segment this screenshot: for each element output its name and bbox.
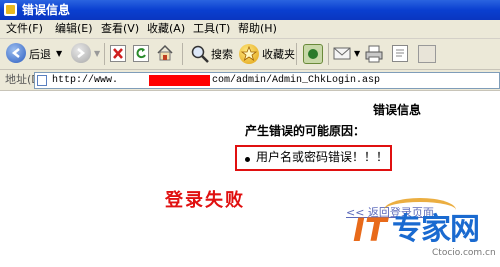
- forward-dropdown-icon[interactable]: ▼: [94, 47, 100, 60]
- watermark-brand-cn: 专家网: [392, 212, 480, 247]
- toolbar-separator: [296, 43, 297, 65]
- search-button-label[interactable]: 搜索: [211, 48, 233, 61]
- stop-icon[interactable]: [110, 45, 126, 62]
- address-input[interactable]: http://www. com/admin/Admin_ChkLogin.asp: [34, 72, 500, 89]
- login-failed-annotation: 登录失败: [165, 190, 245, 211]
- menu-edit[interactable]: 编辑(E): [55, 22, 93, 36]
- page-heading: 错误信息: [373, 103, 422, 117]
- page-icon: [37, 75, 47, 86]
- toolbar: 后退 ▼ ▼ 搜索 收藏夹 ▼: [0, 39, 500, 70]
- forward-arrow-icon[interactable]: [71, 43, 91, 63]
- error-item: 用户名或密码错误！！！: [256, 150, 389, 164]
- mail-icon[interactable]: [333, 45, 355, 62]
- edit-icon[interactable]: [392, 45, 408, 62]
- window-title: 错误信息: [22, 3, 71, 17]
- back-button-label[interactable]: 后退: [29, 48, 51, 61]
- discuss-icon[interactable]: [418, 45, 436, 63]
- menu-tools[interactable]: 工具(T): [193, 22, 230, 36]
- menu-favorites[interactable]: 收藏(A): [147, 22, 185, 36]
- toolbar-separator: [182, 43, 183, 65]
- refresh-icon[interactable]: [133, 45, 149, 62]
- url-redaction: [149, 75, 210, 86]
- mail-dropdown-icon[interactable]: ▼: [354, 47, 360, 60]
- menu-help[interactable]: 帮助(H): [238, 22, 277, 36]
- watermark-url: Ctocio.com.cn: [432, 248, 496, 258]
- back-dropdown-icon[interactable]: ▼: [56, 47, 62, 60]
- address-bar: 地址(D) http://www. com/admin/Admin_ChkLog…: [0, 70, 500, 91]
- title-bar[interactable]: 错误信息: [0, 0, 500, 20]
- home-icon[interactable]: [156, 44, 174, 62]
- ie-window-icon: [4, 3, 17, 16]
- favorites-star-icon[interactable]: [239, 44, 259, 64]
- bullet: [245, 157, 250, 162]
- url-suffix: com/admin/Admin_ChkLogin.asp: [212, 75, 381, 86]
- media-icon[interactable]: [303, 44, 323, 64]
- back-arrow-icon[interactable]: [6, 43, 26, 63]
- menu-bar: 文件(F) 编辑(E) 查看(V) 收藏(A) 工具(T) 帮助(H): [0, 20, 500, 39]
- favorites-button-label[interactable]: 收藏夹: [262, 48, 295, 61]
- toolbar-separator: [104, 43, 105, 65]
- menu-view[interactable]: 查看(V): [101, 22, 139, 36]
- search-icon[interactable]: [190, 44, 210, 64]
- toolbar-separator: [328, 43, 329, 65]
- print-icon[interactable]: [364, 45, 384, 63]
- watermark-brand-latin: IT: [353, 211, 387, 249]
- reasons-title: 产生错误的可能原因：: [245, 124, 366, 138]
- url-prefix: http://www.: [52, 75, 119, 86]
- menu-file[interactable]: 文件(F): [6, 22, 43, 36]
